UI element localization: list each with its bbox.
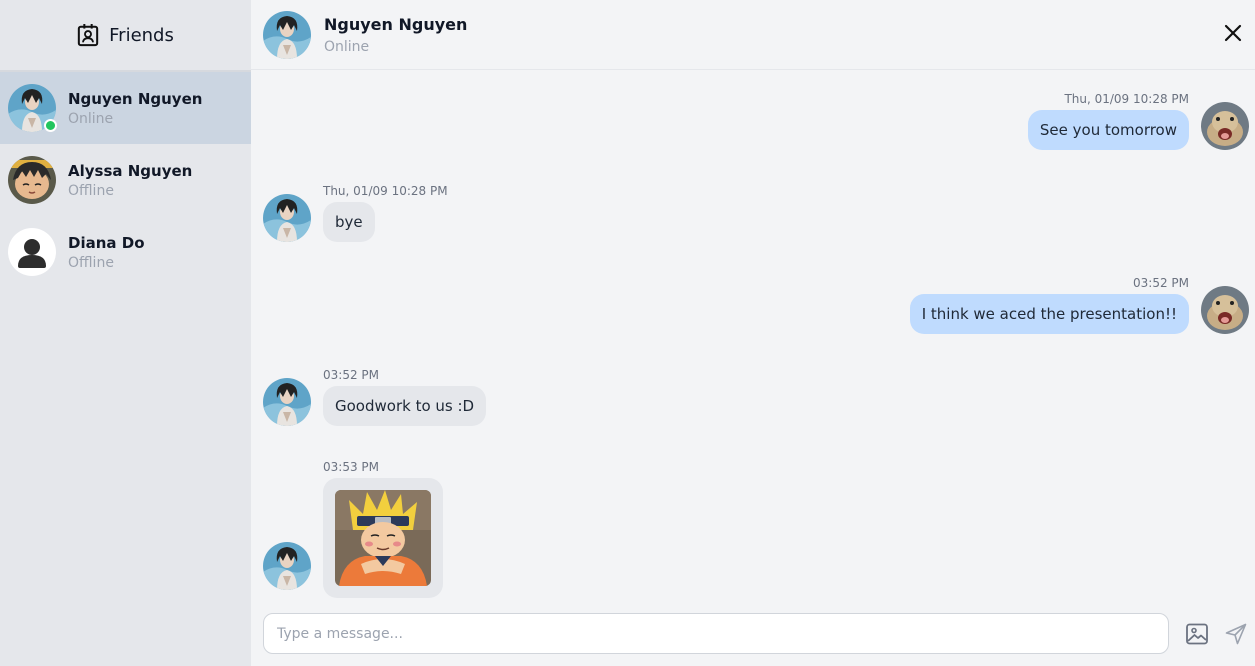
chat-header: Nguyen Nguyen Online xyxy=(251,0,1255,70)
friend-status: Offline xyxy=(68,254,114,271)
message-text: Goodwork to us :D xyxy=(335,397,475,415)
message-text: I think we aced the presentation!! xyxy=(921,305,1177,323)
chat-panel: Nguyen Nguyen Online Thu, 01/09 10:28 PM… xyxy=(251,0,1255,666)
message-image-bubble[interactable] xyxy=(323,478,443,598)
friends-sidebar: Friends Nguyen Nguyen Online Alyssa Nguy… xyxy=(0,0,251,666)
sidebar-header: Friends xyxy=(0,0,251,72)
message-bubble-sent: I think we aced the presentation!! xyxy=(909,294,1189,334)
naruto-sticker[interactable] xyxy=(335,490,431,586)
message-time: Thu, 01/09 10:28 PM xyxy=(1064,92,1189,106)
friend-name: Alyssa Nguyen xyxy=(68,161,193,180)
contact-avatar xyxy=(263,194,311,242)
message-text: bye xyxy=(335,213,363,231)
friend-item-diana-do[interactable]: Diana Do Offline xyxy=(0,216,251,288)
message-time: 03:52 PM xyxy=(1133,276,1189,290)
contact-card-icon xyxy=(77,24,99,47)
message-time: 03:53 PM xyxy=(323,460,379,474)
send-icon[interactable] xyxy=(1224,622,1248,646)
chat-contact-status: Online xyxy=(324,38,370,55)
cartoon-boy-avatar xyxy=(8,156,56,204)
dark-hair-avatar xyxy=(263,11,311,59)
image-icon[interactable] xyxy=(1185,622,1209,646)
my-avatar xyxy=(1201,286,1249,334)
sidebar-title: Friends xyxy=(109,24,174,46)
message-composer xyxy=(263,613,1169,654)
contact-avatar xyxy=(263,542,311,590)
message-input[interactable] xyxy=(264,614,1168,653)
message-time: Thu, 01/09 10:28 PM xyxy=(323,184,448,198)
message-bubble-received: bye xyxy=(323,202,375,242)
contact-avatar xyxy=(263,378,311,426)
friend-status: Offline xyxy=(68,182,114,199)
avatar xyxy=(8,84,57,132)
close-icon[interactable] xyxy=(1223,23,1243,43)
avatar xyxy=(8,228,56,276)
friend-name: Diana Do xyxy=(68,233,145,252)
friend-name: Nguyen Nguyen xyxy=(68,89,203,108)
my-avatar xyxy=(1201,102,1249,150)
default-user-avatar xyxy=(8,228,56,276)
chat-contact-name: Nguyen Nguyen xyxy=(324,14,468,34)
message-bubble-received: Goodwork to us :D xyxy=(323,386,487,426)
message-bubble-sent: See you tomorrow xyxy=(1027,110,1189,150)
avatar xyxy=(263,11,311,59)
message-text: See you tomorrow xyxy=(1039,121,1177,139)
avatar xyxy=(8,156,56,204)
friend-item-alyssa-nguyen[interactable]: Alyssa Nguyen Offline xyxy=(0,144,251,216)
message-time: 03:52 PM xyxy=(323,368,379,382)
online-indicator xyxy=(44,119,57,132)
friend-item-nguyen-nguyen[interactable]: Nguyen Nguyen Online xyxy=(0,72,251,144)
friend-status: Online xyxy=(68,110,114,127)
